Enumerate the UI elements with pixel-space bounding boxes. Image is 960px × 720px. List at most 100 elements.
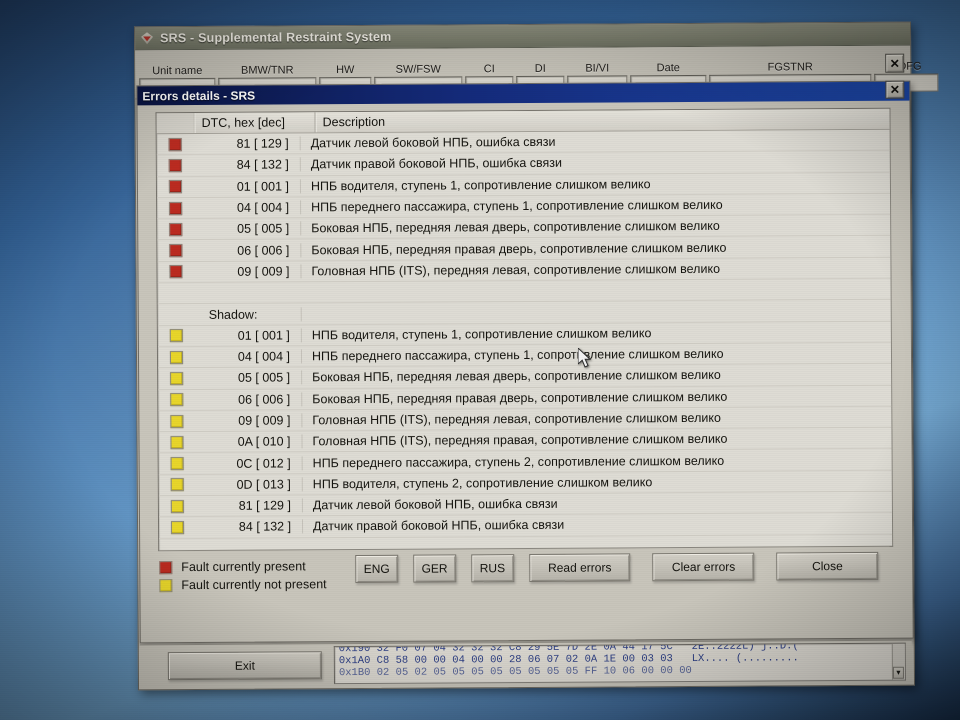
close-dialog-button[interactable]: Close: [776, 551, 879, 581]
photographed-screen: SRS - Supplemental Restraint System Unit…: [0, 0, 960, 720]
field-label-bi-vi: BI/VI: [585, 62, 610, 75]
row-dtc-code: 0A [ 010 ]: [195, 434, 303, 450]
read-errors-button[interactable]: Read errors: [528, 553, 631, 582]
row-dtc-code: Shadow:: [194, 306, 302, 322]
row-dtc-code: 04 [ 004 ]: [194, 349, 303, 365]
dialog-close-button[interactable]: ✕: [885, 80, 905, 99]
row-status-cell: [157, 265, 194, 279]
field-label-ci: CI: [483, 63, 495, 76]
row-status-cell: [158, 435, 195, 449]
row-status-cell: [159, 457, 196, 471]
clear-errors-button[interactable]: Clear errors: [652, 552, 755, 582]
row-dtc-code: 84 [ 132 ]: [193, 157, 301, 173]
hex-dump-scrollbar[interactable]: ▼: [891, 643, 905, 680]
row-description: [302, 289, 891, 293]
row-dtc-code: 01 [ 001 ]: [194, 328, 302, 343]
status-marker-shadow: [171, 521, 185, 535]
row-status-cell: [157, 137, 194, 151]
row-description: Головная НПБ (ITS), передняя левая, сопр…: [312, 410, 721, 428]
dialog-button-row: ENG GER RUS Read errors Clear errors Clo…: [355, 551, 900, 584]
status-marker-present: [169, 201, 183, 215]
row-status-cell: [159, 499, 196, 513]
row-dtc-code: [194, 292, 302, 294]
row-description: НПБ переднего пассажира, ступень 1, сопр…: [311, 197, 723, 215]
row-status-cell: [157, 159, 194, 173]
header-status-gap: [156, 113, 195, 134]
row-dtc-code: 84 [ 132 ]: [195, 519, 304, 535]
dialog-title: Errors details - SRS: [142, 88, 256, 103]
ger-language-button[interactable]: GER: [413, 554, 457, 583]
status-marker-present: [159, 560, 173, 574]
row-description: Головная НПБ (ITS), передняя левая, сопр…: [311, 261, 721, 279]
row-dtc-code: 06 [ 006 ]: [194, 242, 302, 258]
row-description: НПБ переднего пассажира, ступень 1, сопр…: [311, 346, 724, 364]
status-marker-shadow: [170, 435, 184, 449]
row-status-cell: [157, 201, 194, 215]
field-label-unit-name: Unit name: [152, 64, 203, 78]
row-dtc-code: 01 [ 001 ]: [193, 179, 302, 194]
status-marker-present: [168, 137, 182, 151]
row-description: Датчик левой боковой НПБ, ошибка связи: [312, 496, 558, 513]
row-description: Датчик правой боковой НПБ, ошибка связи: [310, 156, 563, 172]
row-description: Датчик левой боковой НПБ, ошибка связи: [310, 134, 556, 151]
row-description: НПБ водителя, ступень 1, сопротивление с…: [311, 326, 652, 343]
row-dtc-code: 09 [ 009 ]: [195, 413, 303, 429]
row-description: Боковая НПБ, передняя левая дверь, сопро…: [311, 219, 720, 236]
row-dtc-code: 81 [ 129 ]: [193, 136, 301, 152]
row-description: Боковая НПБ, передняя правая дверь, сопр…: [311, 240, 727, 257]
field-label-hw: HW: [336, 64, 355, 77]
column-header-description[interactable]: Description: [315, 108, 890, 133]
table-row[interactable]: 84 [ 132 ] Датчик правой боковой НПБ, оши…: [158, 513, 893, 539]
row-status-cell: [157, 244, 194, 258]
errors-list-body: 81 [ 129 ] Датчик левой боковой НПБ, ошиб…: [156, 129, 893, 539]
exit-button[interactable]: Exit: [167, 651, 322, 681]
row-status-cell: [159, 478, 196, 492]
row-dtc-code: 81 [ 129 ]: [195, 498, 303, 514]
hex-dump-view[interactable]: 0x190 32 F0 07 04 32 32 32 C8 29 5E 7D 2…: [333, 642, 906, 685]
status-marker-present: [168, 180, 182, 194]
scroll-down-icon[interactable]: ▼: [892, 666, 904, 679]
field-label-di: DI: [534, 62, 546, 75]
status-marker-present: [169, 222, 183, 236]
row-description: НПБ водителя, ступень 2, сопротивление с…: [312, 475, 653, 492]
rus-language-button[interactable]: RUS: [470, 554, 514, 583]
status-marker-shadow: [169, 350, 184, 364]
hex-dump-line: 0x1B0 02 05 02 05 05 05 05 05 05 05 05 F…: [338, 664, 692, 680]
row-status-cell: [157, 180, 194, 194]
row-status-cell: [158, 350, 195, 364]
dialog-titlebar: Errors details - SRS: [137, 81, 910, 106]
row-dtc-code: 09 [ 009 ]: [194, 264, 302, 279]
bottom-panel: Exit 0x190 32 F0 07 04 32 32 32 C8 29 5E…: [139, 639, 913, 688]
eng-language-button[interactable]: ENG: [355, 554, 399, 584]
status-marker-present: [168, 159, 182, 173]
row-dtc-code: 0C [ 012 ]: [195, 455, 303, 471]
field-label-fgstnr: FGSTNR: [767, 61, 813, 74]
row-status-cell: [158, 414, 195, 428]
status-marker-shadow: [169, 329, 183, 343]
status-marker-shadow: [170, 499, 184, 513]
row-description: Боковая НПБ, передняя левая дверь, сопро…: [312, 368, 721, 385]
status-marker-shadow: [170, 371, 184, 386]
row-description: Боковая НПБ, передняя правая дверь, сопр…: [312, 389, 728, 407]
status-marker-shadow: [170, 414, 184, 428]
window-title: SRS - Supplemental Restraint System: [160, 29, 392, 46]
errors-list[interactable]: DTC, hex [dec] Description 81 [ 129 ] Дат…: [155, 107, 894, 552]
row-description: [302, 310, 891, 314]
row-dtc-code: 0D [ 013 ]: [195, 477, 303, 492]
srs-airbag-icon: [139, 31, 155, 45]
legend-label-not-present: Fault currently not present: [181, 577, 327, 593]
row-dtc-code: 04 [ 004 ]: [194, 200, 302, 216]
column-header-dtc[interactable]: DTC, hex [dec]: [194, 112, 316, 134]
row-status-cell: [158, 393, 195, 407]
row-status-cell: [159, 521, 196, 535]
field-label-date: Date: [656, 62, 680, 75]
window-close-button[interactable]: ✕: [885, 53, 905, 73]
row-description: НПБ водителя, ступень 1, сопротивление с…: [310, 176, 651, 194]
status-marker-shadow: [170, 478, 184, 492]
field-label-sw-fsw: SW/FSW: [395, 63, 441, 76]
status-marker-present: [169, 244, 183, 258]
status-marker-shadow: [170, 393, 184, 407]
row-dtc-code: 05 [ 005 ]: [195, 370, 303, 386]
status-marker-shadow: [159, 578, 173, 592]
srs-application-window: SRS - Supplemental Restraint System Unit…: [133, 21, 939, 691]
